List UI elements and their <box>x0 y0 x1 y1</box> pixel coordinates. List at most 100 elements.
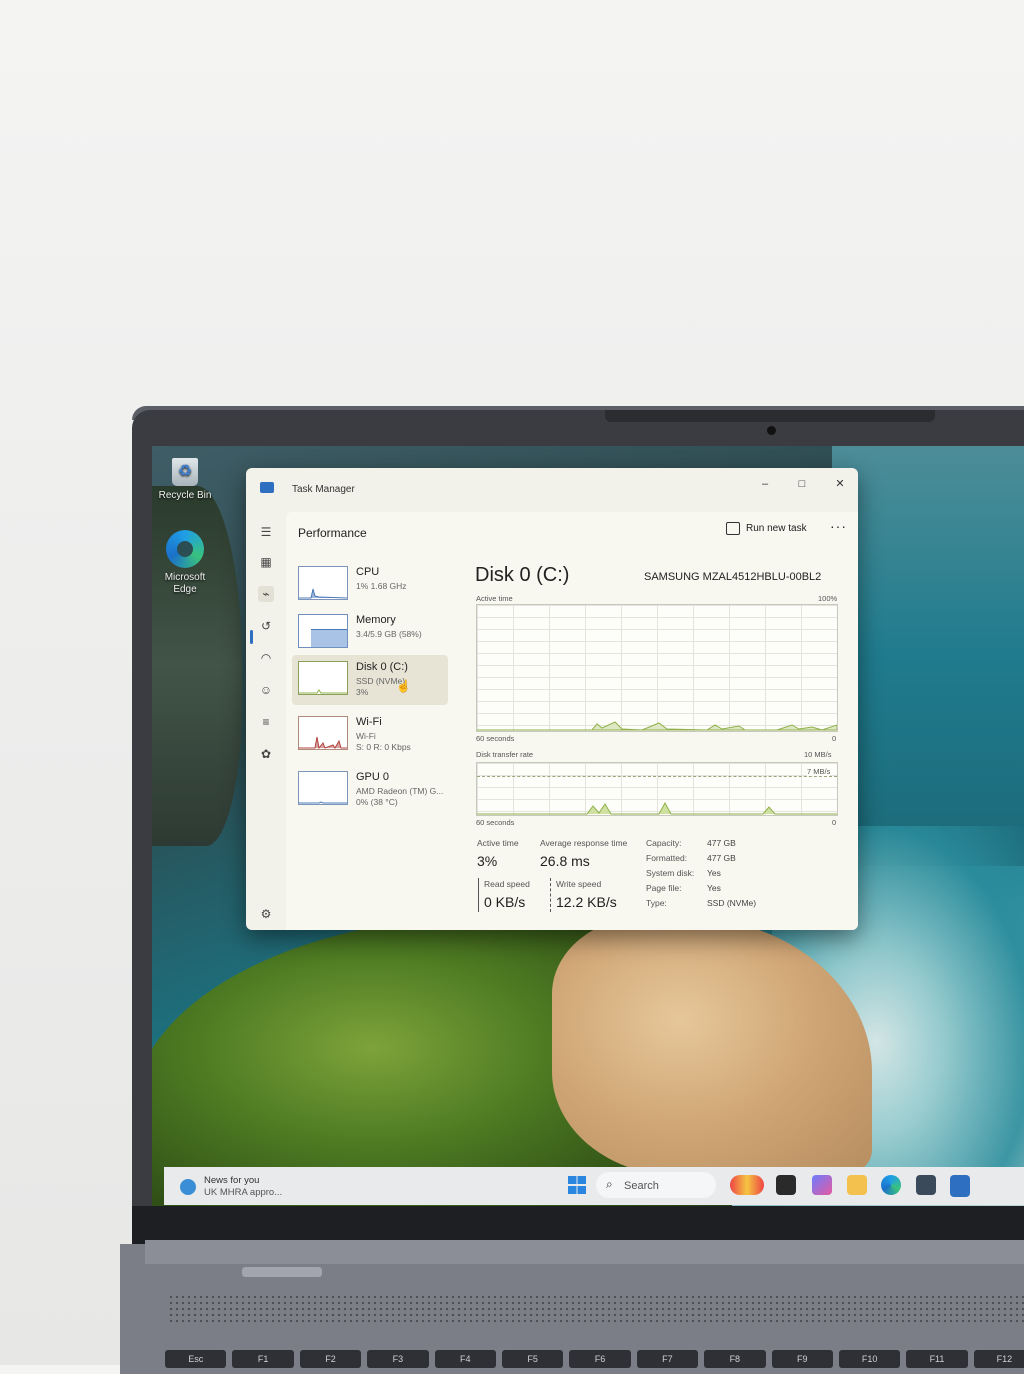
recycle-bin-icon: ♻ <box>172 458 198 486</box>
key-f9[interactable]: F9 <box>771 1350 833 1368</box>
edge-shortcut[interactable]: Microsoft Edge <box>150 530 220 596</box>
services-icon[interactable]: ✿ <box>258 746 274 762</box>
hinge-slot <box>242 1267 322 1277</box>
taskbar: News for you UK MHRA appro... ⌕ Search <box>164 1167 1024 1205</box>
write-speed-label: Write speed <box>556 879 602 889</box>
camera-notch <box>605 410 935 422</box>
device-name: Memory <box>356 614 396 626</box>
window-title: Task Manager <box>292 484 355 495</box>
device-item-cpu[interactable]: CPU 1% 1.68 GHz <box>292 560 448 610</box>
maximize-button[interactable]: □ <box>788 474 816 494</box>
startup-apps-icon[interactable]: ◠ <box>258 650 274 666</box>
device-detail: 3.4/5.9 GB (58%) <box>356 629 422 639</box>
device-name: GPU 0 <box>356 771 390 783</box>
gpu-thumbnail-graph <box>298 771 348 805</box>
device-throughput: S: 0 R: 0 Kbps <box>356 742 411 752</box>
minimize-button[interactable]: – <box>751 474 779 494</box>
weather-news-icon <box>180 1179 196 1195</box>
key-f3[interactable]: F3 <box>367 1350 429 1368</box>
mouse-cursor-icon: ☝ <box>396 679 411 693</box>
close-button[interactable]: ✕ <box>826 474 854 494</box>
processes-icon[interactable]: ▦ <box>258 554 274 570</box>
disk-title: Disk 0 (C:) <box>475 564 570 586</box>
search-placeholder: Search <box>624 1180 659 1192</box>
type-key: Type: <box>646 898 667 908</box>
edge-taskbar-icon[interactable] <box>881 1175 901 1195</box>
settings-gear-icon[interactable]: ⚙ <box>258 906 274 922</box>
device-item-wifi[interactable]: Wi-Fi Wi-Fi S: 0 R: 0 Kbps <box>292 710 448 760</box>
device-usage: 0% (38 °C) <box>356 797 398 807</box>
edge-label-line1: Microsoft <box>164 572 206 583</box>
task-manager-window: Task Manager – □ ✕ ☰ ▦ ⌁ ↺ ◠ ☺ ≡ ✿ ⚙ Per… <box>246 468 858 930</box>
device-item-gpu[interactable]: GPU 0 AMD Radeon (TM) G... 0% (38 °C) <box>292 765 448 815</box>
more-options-button[interactable]: ··· <box>830 518 847 534</box>
users-icon[interactable]: ☺ <box>258 682 274 698</box>
laptop-hinge <box>145 1240 1024 1264</box>
performance-pane: Performance Run new task ··· CPU 1% 1.68… <box>286 512 858 930</box>
wifi-thumbnail-graph <box>298 716 348 750</box>
transfer-rate-graph-label: Disk transfer rate <box>476 750 534 759</box>
key-f11[interactable]: F11 <box>906 1350 968 1368</box>
edge-icon <box>166 530 204 568</box>
transfer-rate-graph-min: 0 <box>832 818 837 827</box>
copilot-icon[interactable] <box>812 1175 832 1195</box>
read-speed-divider <box>478 878 479 912</box>
webcam <box>767 426 776 435</box>
page-file-value: Yes <box>707 883 721 893</box>
key-f2[interactable]: F2 <box>299 1350 362 1368</box>
start-windows-icon[interactable] <box>568 1176 586 1194</box>
file-explorer-icon[interactable] <box>847 1175 867 1195</box>
task-manager-icon <box>260 482 274 493</box>
read-speed-value: 0 KB/s <box>484 894 526 910</box>
store-icon[interactable] <box>916 1175 936 1195</box>
key-f8[interactable]: F8 <box>704 1350 766 1368</box>
cpu-thumbnail-graph <box>298 566 348 600</box>
device-detail: Wi-Fi <box>356 731 376 741</box>
speaker-grille <box>168 1294 1024 1324</box>
active-time-label: Active time <box>477 838 519 848</box>
device-item-disk[interactable]: Disk 0 (C:) SSD (NVMe) 3% ☝ <box>292 655 448 705</box>
transfer-rate-graph-max: 10 MB/s <box>804 750 832 759</box>
system-disk-key: System disk: <box>646 868 695 878</box>
run-new-task-button[interactable]: Run new task <box>726 522 807 535</box>
wallpaper-sea <box>832 446 1024 866</box>
title-bar[interactable]: Task Manager – □ ✕ <box>246 468 858 508</box>
disk-thumbnail-graph <box>298 661 348 695</box>
recycle-bin-shortcut[interactable]: ♻ Recycle Bin <box>150 458 220 502</box>
key-f12[interactable]: F12 <box>973 1350 1024 1368</box>
avg-response-label: Average response time <box>540 838 628 848</box>
app-history-icon[interactable]: ↺ <box>258 618 274 634</box>
news-headline: UK MHRA appro... <box>204 1187 283 1198</box>
key-f7[interactable]: F7 <box>636 1350 699 1368</box>
recycle-bin-label: Recycle Bin <box>158 490 212 501</box>
task-view-icon[interactable] <box>776 1175 796 1195</box>
active-time-graph <box>476 604 838 732</box>
details-icon[interactable]: ≡ <box>258 714 274 730</box>
key-f5[interactable]: F5 <box>501 1350 564 1368</box>
run-task-icon <box>726 522 740 535</box>
search-highlight-icon[interactable] <box>730 1175 764 1195</box>
key-esc[interactable]: Esc <box>165 1350 227 1368</box>
write-speed-divider <box>550 878 552 912</box>
edge-label-line2: Edge <box>173 584 197 595</box>
formatted-key: Formatted: <box>646 853 688 863</box>
performance-icon[interactable]: ⌁ <box>258 586 274 602</box>
hamburger-menu-icon[interactable]: ☰ <box>258 524 274 540</box>
key-f6[interactable]: F6 <box>569 1350 631 1368</box>
device-item-memory[interactable]: Memory 3.4/5.9 GB (58%) <box>292 608 448 658</box>
key-f10[interactable]: F10 <box>838 1350 901 1368</box>
active-time-graph-line <box>477 721 837 731</box>
active-time-graph-max: 100% <box>818 594 838 603</box>
device-usage: 3% <box>356 687 369 697</box>
key-f1[interactable]: F1 <box>232 1350 294 1368</box>
taskbar-search[interactable]: ⌕ Search <box>596 1172 716 1198</box>
transfer-rate-graph: 7 MB/s <box>476 762 838 816</box>
active-time-value: 3% <box>477 853 498 869</box>
search-icon: ⌕ <box>606 1177 613 1191</box>
key-f4[interactable]: F4 <box>434 1350 496 1368</box>
device-name: Disk 0 (C:) <box>356 661 408 673</box>
read-speed-label: Read speed <box>484 879 530 889</box>
run-new-task-label: Run new task <box>746 523 807 534</box>
keyboard-function-row: Esc F1 F2 F3 F4 F5 F6 F7 F8 F9 F10 F11 F12 <box>165 1350 1024 1370</box>
task-manager-taskbar-icon[interactable] <box>950 1175 970 1197</box>
